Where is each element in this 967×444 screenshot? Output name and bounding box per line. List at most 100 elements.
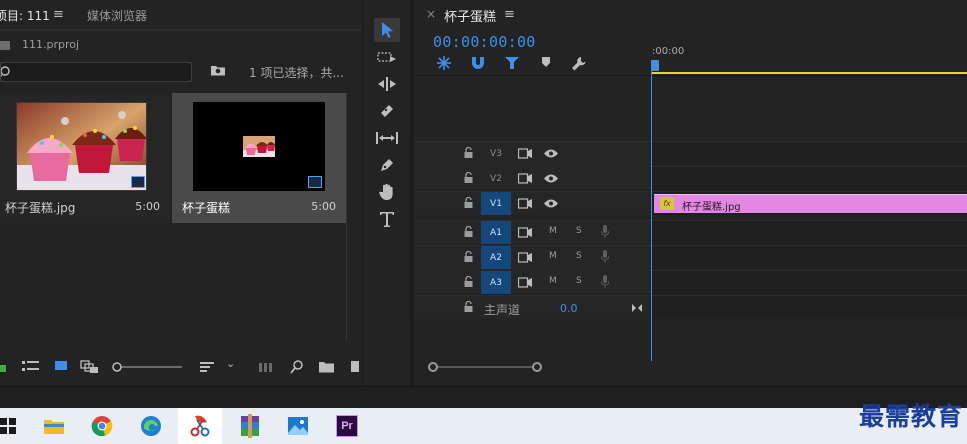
find-icon[interactable] [290, 360, 303, 374]
track-lock-icon[interactable] [464, 251, 473, 262]
track-area[interactable] [652, 221, 967, 244]
track-lock-icon[interactable] [464, 197, 473, 208]
razor-tool[interactable] [374, 99, 400, 123]
timeline-clip[interactable]: fx 杯子蛋糕.jpg [654, 194, 967, 213]
project-panel: 项目: 111 ≡ 媒体浏览器 111.prproj 1 项已选择，共... 杯… [0, 0, 362, 386]
panel-divider [346, 93, 347, 341]
track-lock-icon[interactable] [464, 276, 473, 287]
type-tool[interactable] [374, 207, 400, 231]
new-bin-search-icon[interactable] [210, 63, 226, 77]
lock-icon[interactable] [0, 360, 6, 372]
new-item-icon[interactable] [351, 360, 359, 373]
mute-button[interactable]: M [549, 226, 557, 236]
cupcake-image [17, 103, 146, 190]
track-area[interactable] [652, 296, 967, 319]
project-item-image[interactable]: 杯子蛋糕.jpg 5:00 [0, 93, 170, 223]
solo-button[interactable]: S [576, 226, 582, 236]
toggle-sync-lock-icon[interactable] [518, 173, 532, 184]
mute-button[interactable]: M [549, 276, 557, 286]
timeline-zoom-scrollbar[interactable] [428, 362, 542, 372]
close-icon[interactable]: × [426, 7, 436, 21]
solo-button[interactable]: S [576, 251, 582, 261]
track-area[interactable] [652, 142, 967, 165]
windows-start-button[interactable] [0, 408, 30, 444]
taskbar-edge[interactable] [129, 408, 173, 444]
nest-toggle-icon[interactable] [437, 56, 451, 70]
taskbar-winrar[interactable] [228, 408, 272, 444]
project-menu-icon[interactable]: ≡ [53, 7, 64, 22]
track-target-v2[interactable]: V2 [481, 167, 511, 190]
playhead-timecode[interactable]: 00:00:00:00 [433, 33, 536, 51]
playhead-line[interactable] [651, 71, 652, 361]
taskbar-chrome[interactable] [80, 408, 124, 444]
toggle-sync-lock-icon[interactable] [518, 148, 532, 159]
linked-selection-icon[interactable] [504, 56, 520, 70]
toggle-track-output-eye-icon[interactable] [544, 199, 558, 208]
track-lock-icon[interactable] [464, 226, 473, 237]
toggle-sync-lock-icon[interactable] [518, 227, 532, 238]
scrollbar-left-handle[interactable] [428, 362, 438, 372]
taskbar-photos[interactable] [276, 408, 320, 444]
toggle-sync-lock-icon[interactable] [518, 198, 532, 209]
sequence-tab[interactable]: × 杯子蛋糕 ≡ [414, 0, 967, 30]
hand-tool[interactable] [374, 180, 400, 204]
track-select-tool[interactable] [374, 46, 400, 70]
list-view-icon[interactable] [22, 360, 40, 374]
taskbar-file-explorer[interactable] [32, 408, 76, 444]
track-row-v3: V3 [414, 141, 967, 165]
toggle-track-output-eye-icon[interactable] [544, 149, 558, 158]
toggle-track-output-eye-icon[interactable] [544, 174, 558, 183]
scrollbar-right-handle[interactable] [532, 362, 542, 372]
track-area[interactable] [652, 271, 967, 294]
track-target-a1[interactable]: A1 [481, 221, 511, 244]
track-area[interactable] [652, 246, 967, 269]
taskbar-snipping-tool[interactable] [178, 408, 222, 444]
track-target-v3[interactable]: V3 [481, 142, 511, 165]
track-target-v1[interactable]: V1 [481, 192, 511, 215]
project-item-sequence[interactable]: 杯子蛋糕 5:00 [172, 93, 346, 223]
sort-icon[interactable] [200, 360, 214, 374]
tab-project[interactable]: 项目: 111 [0, 7, 50, 24]
add-marker-icon[interactable] [541, 56, 551, 68]
selection-tool[interactable] [374, 18, 400, 42]
freeform-view-icon[interactable] [80, 360, 100, 374]
voice-over-mic-icon[interactable] [601, 225, 609, 239]
playhead-handle[interactable] [651, 60, 659, 71]
track-lock-icon[interactable] [464, 147, 473, 158]
toggle-sync-lock-icon[interactable] [518, 252, 532, 263]
wrench-icon[interactable] [571, 56, 587, 72]
track-target-a3[interactable]: A3 [481, 271, 511, 294]
voice-over-mic-icon[interactable] [601, 275, 609, 289]
track-lock-icon[interactable] [464, 301, 473, 312]
ripple-edit-tool[interactable] [374, 72, 400, 96]
go-to-out-point-icon[interactable] [632, 303, 642, 313]
premiere-pro-icon: Pr [336, 415, 358, 437]
chevron-down-icon[interactable]: ⌄ [226, 357, 235, 370]
project-item-name: 杯子蛋糕.jpg [5, 201, 76, 215]
track-select-icon [377, 52, 396, 62]
track-target-a2[interactable]: A2 [481, 246, 511, 269]
pen-tool[interactable] [374, 153, 400, 177]
voice-over-mic-icon[interactable] [601, 250, 609, 264]
work-area-bar[interactable] [652, 72, 967, 74]
clip-name: 杯子蛋糕.jpg [682, 202, 741, 213]
slip-tool[interactable] [374, 126, 400, 150]
new-bin-icon[interactable] [319, 360, 334, 373]
icon-view-icon[interactable] [55, 360, 67, 372]
master-volume-value[interactable]: 0.0 [560, 302, 578, 315]
project-search-input[interactable] [0, 62, 192, 82]
track-lock-icon[interactable] [464, 172, 473, 183]
mute-button[interactable]: M [549, 251, 557, 261]
taskbar-premiere-pro[interactable]: Pr [325, 408, 369, 444]
track-area[interactable] [652, 167, 967, 190]
sequence-menu-icon[interactable]: ≡ [504, 7, 515, 22]
project-file-icon [0, 41, 10, 50]
solo-button[interactable]: S [576, 276, 582, 286]
tab-media-browser[interactable]: 媒体浏览器 [87, 7, 147, 24]
scrollbar-track[interactable] [432, 366, 538, 368]
automate-to-sequence-icon[interactable] [258, 360, 274, 374]
track-area[interactable]: fx 杯子蛋糕.jpg [652, 192, 967, 215]
thumbnail-zoom-slider[interactable] [112, 360, 182, 374]
snap-magnet-icon[interactable] [471, 56, 485, 70]
toggle-sync-lock-icon[interactable] [518, 277, 532, 288]
